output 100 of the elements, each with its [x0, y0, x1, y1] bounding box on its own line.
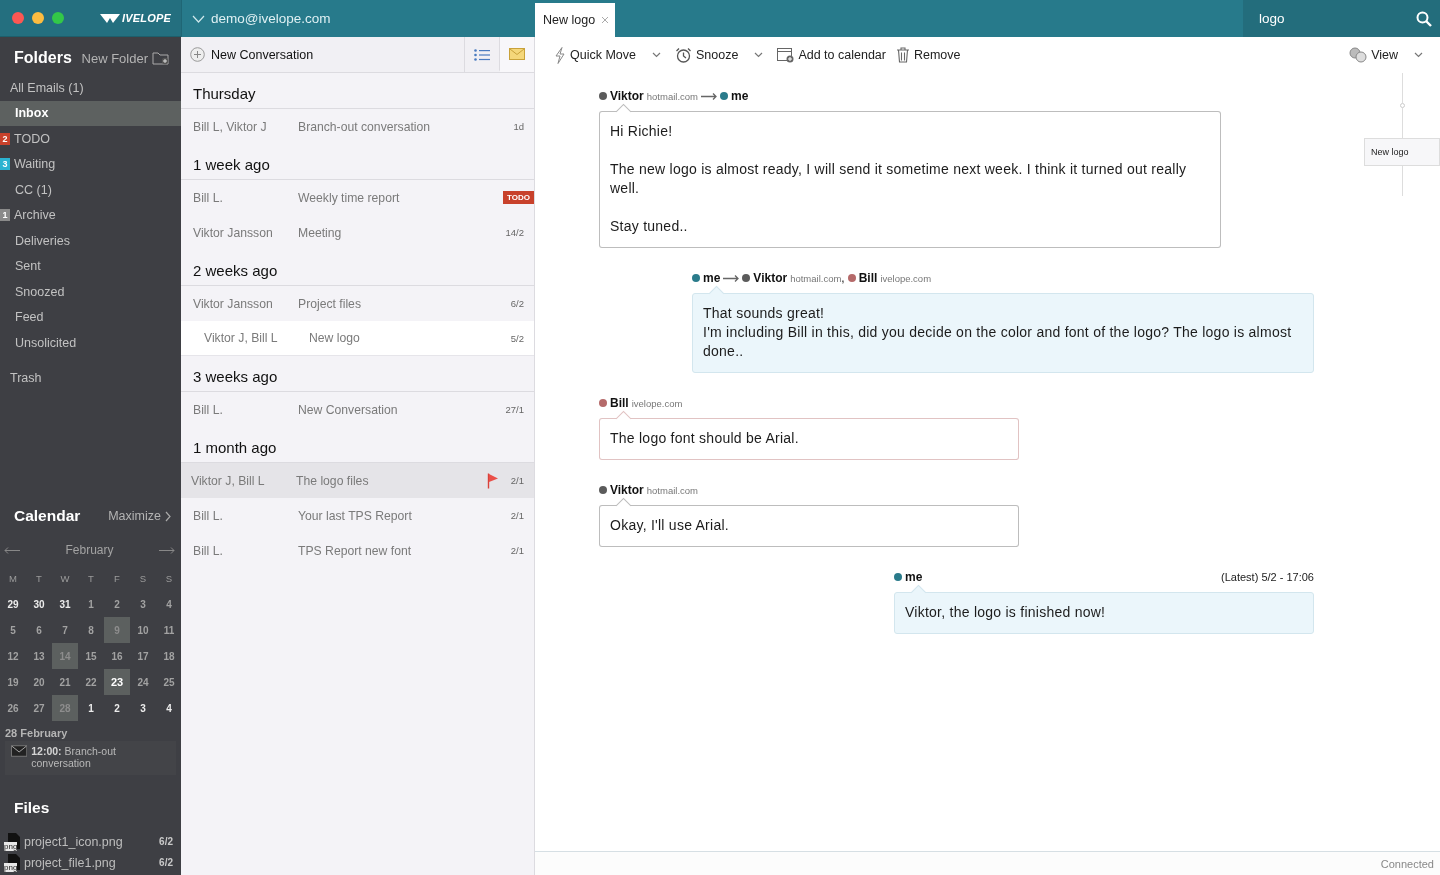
calendar-day[interactable]: 4	[156, 591, 182, 617]
new-folder-button[interactable]: New Folder	[81, 50, 169, 66]
toolbar-button[interactable]: Add to calendar	[772, 47, 891, 63]
conversation-row[interactable]: Viktor J, Bill L New logo 5/2	[181, 321, 534, 356]
folder-item[interactable]: Inbox	[0, 100, 181, 126]
calendar-day[interactable]: 12	[0, 643, 26, 669]
folder-item[interactable]: All Emails (1)	[0, 75, 181, 101]
folder-item[interactable]: 3 Waiting	[0, 151, 181, 177]
arrow-right-icon[interactable]	[159, 546, 175, 554]
calendar-day[interactable]: 2	[104, 591, 130, 617]
timeline-dot[interactable]	[1399, 103, 1405, 108]
caret-icon[interactable]	[754, 52, 764, 58]
calendar-day[interactable]: 29	[0, 591, 26, 617]
conversation-date: 2/1	[510, 475, 524, 486]
calendar-day[interactable]: 20	[26, 669, 52, 695]
agenda-event[interactable]: 12:00: Branch-out conversation	[5, 741, 176, 775]
calendar-day[interactable]: 24	[130, 669, 156, 695]
arrow-left-icon[interactable]	[4, 546, 20, 554]
calendar-day[interactable]: 25	[156, 669, 182, 695]
conversation-row[interactable]: Viktor Jansson Project files 6/2	[181, 286, 534, 321]
calendar-day[interactable]: 19	[0, 669, 26, 695]
calendar-day[interactable]: 7	[52, 617, 78, 643]
toolbar-button[interactable]: View	[1344, 47, 1432, 63]
weekday-label: S	[164, 571, 174, 586]
conversation-row[interactable]: Bill L, Viktor J Branch-out conversation 1d	[181, 109, 534, 144]
logo-icon	[99, 12, 120, 24]
folder-item[interactable]: Trash	[0, 365, 181, 391]
calendar-day[interactable]: 15	[78, 643, 104, 669]
file-name: project1_icon.png	[24, 834, 123, 849]
conversation-subject: New logo	[309, 331, 361, 345]
conversation-row[interactable]: Viktor Jansson Meeting 14/2	[181, 215, 534, 250]
calendar-day[interactable]: 17	[130, 643, 156, 669]
window-zoom-button[interactable]	[52, 12, 64, 24]
conversation-row[interactable]: Bill L. New Conversation 27/1	[181, 392, 534, 427]
calendar-day[interactable]: 31	[52, 591, 78, 617]
caret-icon[interactable]	[1414, 52, 1423, 58]
calendar-day[interactable]: 10	[130, 617, 156, 643]
calendar-day[interactable]: 3	[130, 695, 156, 721]
conversation-row[interactable]: Bill L. TPS Report new font 2/1	[181, 533, 534, 568]
search-icon[interactable]	[1416, 10, 1432, 27]
calendar-day[interactable]: 26	[0, 695, 26, 721]
calendar-day[interactable]: 11	[156, 617, 182, 643]
conversation-date: 6/2	[510, 298, 524, 309]
conversation-subject: Branch-out conversation	[298, 119, 432, 134]
participant-name: Viktor	[753, 271, 788, 285]
calendar-day[interactable]: 23	[104, 669, 130, 695]
folder-label: TODO	[14, 131, 50, 146]
conversation-sender: Bill L.	[193, 190, 224, 205]
folders-title: Folders	[14, 49, 72, 67]
calendar-day[interactable]: 5	[0, 617, 26, 643]
toolbar-button[interactable]: Quick Move	[549, 46, 670, 64]
calendar-day[interactable]: 6	[26, 617, 52, 643]
calendar-day[interactable]: 18	[156, 643, 182, 669]
folder-item[interactable]: Deliveries	[0, 228, 181, 254]
file-item[interactable]: png project1_icon.png 6/2	[0, 831, 181, 852]
folder-item[interactable]: Sent	[0, 253, 181, 279]
close-icon[interactable]	[601, 16, 610, 24]
calendar-day[interactable]: 1	[78, 591, 104, 617]
message-text: Hi Richie!	[610, 122, 674, 141]
calendar-day[interactable]: 13	[26, 643, 52, 669]
message-text: Stay tuned..	[610, 217, 689, 236]
calendar-day[interactable]: 8	[78, 617, 104, 643]
participant-name: me	[905, 570, 923, 584]
conversation-row[interactable]: Bill L. Your last TPS Report 2/1	[181, 498, 534, 533]
calendar-day[interactable]: 21	[52, 669, 78, 695]
file-item[interactable]: png project_file1.png 6/2	[0, 852, 181, 873]
toolbar-button[interactable]: Remove	[890, 47, 966, 63]
window-close-button[interactable]	[12, 12, 24, 24]
participant-domain: ivelope.com	[880, 272, 932, 284]
new-conversation-button[interactable]: New Conversation	[181, 37, 320, 72]
plus-circle-icon	[190, 47, 205, 62]
caret-icon[interactable]	[652, 52, 661, 58]
folder-item[interactable]: 1 Archive	[0, 202, 181, 228]
folder-item[interactable]: Feed	[0, 304, 181, 330]
weekday-label: T	[87, 571, 95, 586]
calendar-day[interactable]: 2	[104, 695, 130, 721]
conversation-row[interactable]: Viktor J, Bill L The logo files 2/1	[181, 463, 534, 498]
toolbar-button[interactable]: Snooze	[670, 47, 773, 63]
folder-item[interactable]: Snoozed	[0, 279, 181, 305]
maximize-button[interactable]: Maximize	[108, 509, 171, 523]
message-text: That sounds great!	[703, 304, 826, 323]
calendar-day[interactable]: 1	[78, 695, 104, 721]
flag-icon[interactable]	[486, 472, 499, 489]
calendar-day[interactable]: 16	[104, 643, 130, 669]
folder-item[interactable]: Unsolicited	[0, 330, 181, 356]
calendar-day[interactable]: 22	[78, 669, 104, 695]
calendar-day[interactable]: 27	[26, 695, 52, 721]
folder-item[interactable]: CC (1)	[0, 177, 181, 203]
conversation-subject: TPS Report new font	[298, 543, 413, 558]
folder-item[interactable]: 2 TODO	[0, 126, 181, 152]
timeline-label[interactable]: New logo	[1364, 138, 1440, 166]
conversation-tab[interactable]: New logo	[535, 3, 616, 37]
search-field[interactable]: logo	[1243, 0, 1440, 37]
calendar-day[interactable]: 30	[26, 591, 52, 617]
search-input[interactable]: logo	[1257, 10, 1416, 27]
window-minimize-button[interactable]	[32, 12, 44, 24]
calendar-day[interactable]: 3	[130, 591, 156, 617]
lightning-icon	[554, 46, 566, 64]
conversation-row[interactable]: Bill L. Weekly time report TODO	[181, 180, 534, 215]
calendar-day[interactable]: 4	[156, 695, 182, 721]
